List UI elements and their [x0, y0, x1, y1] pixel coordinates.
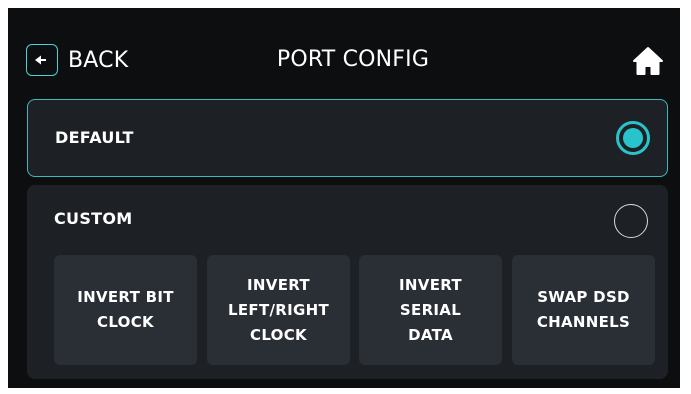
header-bar: BACK PORT CONFIG: [8, 8, 680, 96]
custom-radio[interactable]: [614, 204, 648, 238]
invert-bit-clock-label: INVERT BIT CLOCK: [77, 288, 174, 331]
radio-selected-dot: [623, 128, 643, 148]
custom-option-header[interactable]: CUSTOM: [27, 185, 668, 255]
home-button[interactable]: [633, 46, 663, 76]
page-title: PORT CONFIG: [276, 47, 430, 72]
invert-serial-data-label: INVERT SERIAL DATA: [399, 275, 462, 344]
invert-left-right-clock-button[interactable]: INVERT LEFT/RIGHT CLOCK: [207, 255, 350, 365]
swap-dsd-channels-label: SWAP DSD CHANNELS: [536, 288, 631, 331]
home-icon: [633, 47, 663, 80]
invert-serial-data-button[interactable]: INVERT SERIAL DATA: [359, 255, 502, 365]
default-radio[interactable]: [616, 121, 650, 155]
custom-option: CUSTOM INVERT BIT CLOCK INVERT LEFT/RIGH…: [27, 185, 668, 379]
default-option[interactable]: DEFAULT: [27, 99, 668, 177]
invert-left-right-clock-label: INVERT LEFT/RIGHT CLOCK: [228, 275, 329, 344]
invert-bit-clock-button[interactable]: INVERT BIT CLOCK: [54, 255, 197, 365]
default-option-label: DEFAULT: [55, 128, 134, 147]
back-label: BACK: [68, 47, 129, 73]
custom-option-label: CUSTOM: [54, 209, 133, 228]
back-button[interactable]: BACK: [26, 44, 128, 76]
port-config-screen: BACK PORT CONFIG DEFAULT CUSTOM INVERT B…: [8, 8, 680, 388]
arrow-left-icon: [26, 44, 58, 76]
swap-dsd-channels-button[interactable]: SWAP DSD CHANNELS: [512, 255, 655, 365]
